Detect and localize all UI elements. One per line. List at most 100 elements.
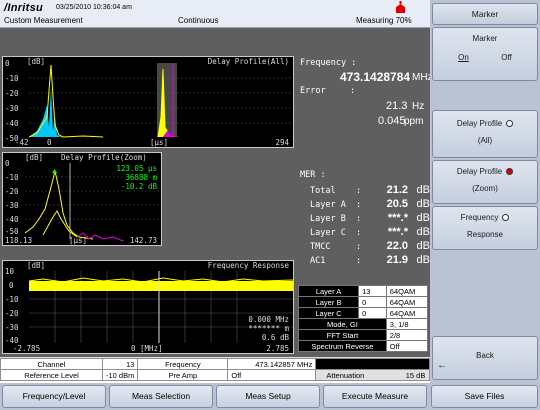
- mer-row-colon: :: [356, 214, 362, 224]
- frequency-value: 473.1428784: [340, 70, 411, 84]
- radio-icon: [506, 120, 514, 128]
- layer-label: Layer C: [297, 307, 360, 319]
- graph1-x-end: 294: [275, 138, 289, 147]
- status-bar: /Inritsu 03/25/2010 10:36:04 am Custom M…: [0, 0, 430, 28]
- attenuation-value[interactable]: 15 dB: [374, 371, 428, 380]
- mer-row-colon: :: [356, 186, 362, 196]
- graph1-ytick: -40: [5, 119, 19, 128]
- channel-label: Channel: [0, 358, 103, 370]
- layer-modulation: 64QAM: [385, 296, 429, 308]
- layer-segments: 13: [358, 285, 387, 297]
- measuring-label: Measuring: [356, 16, 394, 25]
- delay-profile-zoom-label: Delay Profile: [456, 167, 503, 176]
- parameter-table: Channel 13 Frequency 473.142857 MHz Refe…: [0, 358, 430, 381]
- graph3-ytick: -30: [5, 323, 19, 332]
- mer-row-unit: dB: [416, 198, 430, 210]
- mer-label: MER :: [300, 170, 326, 180]
- mer-row-unit: dB: [416, 212, 430, 224]
- preamp-value[interactable]: Off: [227, 369, 317, 381]
- graph3-title: Frequency Response: [207, 261, 289, 270]
- mer-row-unit: dB: [416, 240, 430, 252]
- mer-row-colon: :: [356, 242, 362, 252]
- table-row: Mode, GI 3, 1/8: [298, 318, 429, 330]
- graph1-unit: [dB]: [27, 57, 46, 66]
- layer-label: Layer A: [297, 285, 360, 297]
- marker-time: 123.05 μs: [116, 164, 157, 173]
- preamp-label: Pre Amp: [137, 369, 229, 381]
- measurement-panel: [dB] Delay Profile(All) 0 -10 -20 -30 -4…: [0, 28, 433, 357]
- menu-meas-setup[interactable]: Meas Setup: [216, 385, 320, 408]
- table-row: FFT Start 2/8: [298, 329, 429, 341]
- mer-row-name: AC1: [310, 256, 326, 266]
- mer-table: Total: 21.2 dB Layer A: 20.5 dB Layer B: ***.* d…: [310, 184, 430, 268]
- mer-row-value: 20.5: [386, 198, 408, 210]
- frequency-response-sub: Response: [466, 230, 504, 239]
- marker-toggle-button[interactable]: Marker On Off: [432, 27, 538, 81]
- softkey-title: Marker: [432, 3, 538, 25]
- graph1-ytick: 0: [5, 59, 10, 68]
- attenuation-cell: Attenuation 15 dB: [315, 369, 430, 381]
- marker-on-option: On: [458, 53, 469, 62]
- reference-level-value[interactable]: -10 dBm: [101, 369, 139, 381]
- menu-save-files[interactable]: Save Files: [431, 385, 538, 408]
- mer-row-unit: dB: [416, 226, 430, 238]
- marker-on-off: On Off: [433, 53, 537, 62]
- graph1-ytick: -30: [5, 104, 19, 113]
- error-ppm-value: 0.045: [378, 115, 406, 127]
- tmcc-info-table: Layer A 13 64QAM Layer B 0 64QAM Layer C…: [297, 285, 429, 352]
- graph2-title: Delay Profile(Zoom): [61, 153, 147, 162]
- delay-profile-zoom-button[interactable]: Delay Profile (Zoom): [432, 160, 538, 204]
- layer-segments: 0: [358, 296, 387, 308]
- graph2-ytick: -10: [5, 173, 19, 182]
- date-time: 03/25/2010 10:36:04 am: [56, 4, 132, 11]
- sweep-mode: Continuous: [178, 16, 219, 25]
- channel-value[interactable]: 13: [101, 358, 139, 370]
- radio-selected-icon: [506, 168, 514, 176]
- frequency-response-plot: [28, 271, 293, 343]
- graph1-ytick: -20: [5, 89, 19, 98]
- brand-logo: /Inritsu: [4, 2, 44, 14]
- graph2-ytick: -40: [5, 215, 19, 224]
- menu-meas-selection[interactable]: Meas Selection: [109, 385, 213, 408]
- frequency-response-graph[interactable]: [dB] Frequency Response 10 0 -10 -20 -30…: [2, 260, 294, 354]
- graph1-x-unit: [μs]: [150, 138, 169, 147]
- frequency-param-value[interactable]: 473.142857 MHz: [227, 358, 317, 370]
- mode-gi-label: Mode, GI: [298, 318, 387, 330]
- measuring-progress: 70%: [395, 16, 412, 25]
- mer-row-name: Layer C: [310, 228, 346, 238]
- radio-icon: [502, 214, 510, 222]
- measuring-status: Measuring 70%: [356, 16, 412, 25]
- fft-start-value: 2/8: [385, 329, 429, 341]
- back-arrow-icon: ←: [437, 360, 447, 371]
- spectrum-reverse-value: Off: [385, 340, 429, 352]
- menu-frequency-level[interactable]: Frequency/Level: [2, 385, 106, 408]
- main-menu-bar: Frequency/Level Meas Selection Meas Setu…: [0, 383, 540, 410]
- power-indicator-icon: [396, 1, 405, 13]
- menu-execute-measure[interactable]: Execute Measure: [323, 385, 427, 408]
- frequency-response-label: Frequency: [460, 213, 499, 222]
- back-button[interactable]: Back ←: [432, 336, 538, 380]
- graph3-ytick: 0: [9, 281, 14, 290]
- delay-profile-zoom-graph[interactable]: [dB] Delay Profile(Zoom) 123.05 μs 36888…: [2, 152, 162, 246]
- mer-row: Layer A: 20.5 dB: [310, 198, 430, 212]
- table-row: Spectrum Reverse Off: [298, 340, 429, 352]
- freq-response-readout-dist: ******* m: [248, 324, 289, 333]
- graph1-ytick: -10: [5, 74, 19, 83]
- mer-row-colon: :: [356, 228, 362, 238]
- marker-toggle-label: Marker: [472, 34, 498, 43]
- delay-profile-all-button[interactable]: Delay Profile (All): [432, 110, 538, 158]
- delay-profile-all-graph[interactable]: [dB] Delay Profile(All) 0 -10 -20 -30 -4…: [2, 56, 294, 148]
- frequency-param-label: Frequency: [137, 358, 229, 370]
- mer-row-name: Layer A: [310, 200, 346, 210]
- frequency-label: Frequency :: [300, 58, 357, 68]
- marker-off-option: Off: [501, 53, 512, 62]
- layer-segments: 0: [358, 307, 387, 319]
- reference-level-label: Reference Level: [0, 369, 103, 381]
- mer-row: Layer C: ***.* dB: [310, 226, 430, 240]
- frequency-response-button[interactable]: Frequency Response: [432, 206, 538, 250]
- error-ppm-unit: ppm: [404, 116, 424, 127]
- mer-row: TMCC: 22.0 dB: [310, 240, 430, 254]
- layer-modulation: 64QAM: [385, 285, 429, 297]
- softkey-panel: Marker Marker On Off Delay Profile (All)…: [430, 0, 540, 383]
- layer-label: Layer B: [297, 296, 360, 308]
